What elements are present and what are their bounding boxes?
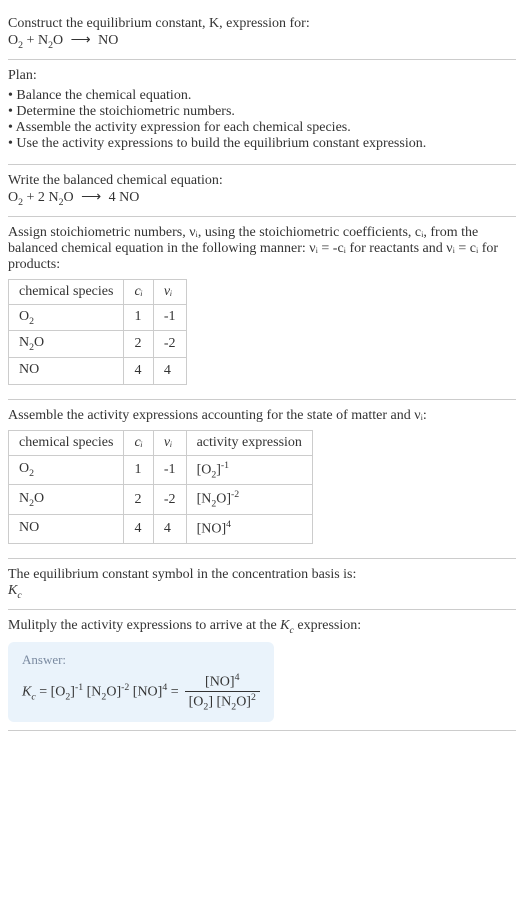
stoich-intro: Assign stoichiometric numbers, νᵢ, using…: [8, 225, 516, 273]
symbol-line: The equilibrium constant symbol in the c…: [8, 567, 516, 583]
balanced-equation: O2 + 2 N2O ⟶ 4 NO: [8, 189, 516, 208]
table-header-row: chemical species cᵢ νᵢ activity expressi…: [9, 430, 313, 455]
plan-item: Balance the chemical equation.: [8, 88, 516, 104]
balanced-section: Write the balanced chemical equation: O2…: [8, 165, 516, 217]
cell-expr: [N2O]-2: [186, 485, 312, 514]
cell-v: 4: [153, 514, 186, 543]
cell-v: -2: [153, 485, 186, 514]
header-species: chemical species: [9, 279, 124, 304]
cell-v: 4: [153, 358, 186, 385]
cell-c: 4: [124, 514, 153, 543]
cell-v: -1: [153, 304, 186, 331]
header-c: cᵢ: [124, 430, 153, 455]
cell-expr: [O2]-1: [186, 455, 312, 484]
header-c: cᵢ: [124, 279, 153, 304]
answer-label: Answer:: [22, 652, 260, 668]
answer-box: Answer: Kc = [O2]-1 [N2O]-2 [NO]4 = [NO]…: [8, 642, 274, 722]
table-row: N2O 2 -2 [N2O]-2: [9, 485, 313, 514]
intro-line: Construct the equilibrium constant, K, e…: [8, 16, 310, 31]
cell-c: 2: [124, 331, 153, 358]
table-row: N2O 2 -2: [9, 331, 187, 358]
header-expr: activity expression: [186, 430, 312, 455]
cell-v: -1: [153, 455, 186, 484]
plan-title: Plan:: [8, 68, 516, 84]
table-row: O2 1 -1 [O2]-1: [9, 455, 313, 484]
stoich-section: Assign stoichiometric numbers, νᵢ, using…: [8, 217, 516, 400]
balanced-title: Write the balanced chemical equation:: [8, 173, 516, 189]
cell-c: 4: [124, 358, 153, 385]
plan-item: Assemble the activity expression for eac…: [8, 120, 516, 136]
activity-table: chemical species cᵢ νᵢ activity expressi…: [8, 430, 313, 544]
kc-expression: Kc = [O2]-1 [N2O]-2 [NO]4 = [NO]4 [O2] […: [22, 672, 260, 712]
cell-species: NO: [9, 358, 124, 385]
cell-species: NO: [9, 514, 124, 543]
header-v: νᵢ: [153, 430, 186, 455]
cell-species: O2: [9, 455, 124, 484]
table-row: NO 4 4: [9, 358, 187, 385]
unbalanced-equation: O2 + N2O ⟶ NO: [8, 32, 516, 51]
header-v: νᵢ: [153, 279, 186, 304]
table-row: NO 4 4 [NO]4: [9, 514, 313, 543]
multiply-section: Mulitply the activity expressions to arr…: [8, 610, 516, 731]
cell-v: -2: [153, 331, 186, 358]
plan-section: Plan: Balance the chemical equation. Det…: [8, 60, 516, 165]
stoich-table: chemical species cᵢ νᵢ O2 1 -1 N2O 2 -2 …: [8, 279, 187, 385]
cell-c: 1: [124, 455, 153, 484]
cell-species: O2: [9, 304, 124, 331]
arrow-icon: ⟶: [71, 32, 91, 49]
intro-section: Construct the equilibrium constant, K, e…: [8, 8, 516, 60]
denominator: [O2] [N2O]2: [185, 692, 260, 712]
intro-text: Construct the equilibrium constant, K, e…: [8, 16, 516, 32]
arrow-icon: ⟶: [81, 189, 101, 206]
multiply-line: Mulitply the activity expressions to arr…: [8, 618, 516, 636]
fraction: [NO]4 [O2] [N2O]2: [185, 672, 260, 712]
activity-section: Assemble the activity expressions accoun…: [8, 400, 516, 559]
plan-item: Use the activity expressions to build th…: [8, 136, 516, 152]
cell-expr: [NO]4: [186, 514, 312, 543]
plan-list: Balance the chemical equation. Determine…: [8, 88, 516, 152]
cell-c: 2: [124, 485, 153, 514]
kc-symbol: Kc: [8, 583, 516, 601]
plan-item: Determine the stoichiometric numbers.: [8, 104, 516, 120]
header-species: chemical species: [9, 430, 124, 455]
cell-species: N2O: [9, 331, 124, 358]
cell-species: N2O: [9, 485, 124, 514]
numerator: [NO]4: [185, 672, 260, 692]
table-row: O2 1 -1: [9, 304, 187, 331]
cell-c: 1: [124, 304, 153, 331]
table-header-row: chemical species cᵢ νᵢ: [9, 279, 187, 304]
activity-intro: Assemble the activity expressions accoun…: [8, 408, 516, 424]
symbol-section: The equilibrium constant symbol in the c…: [8, 559, 516, 610]
